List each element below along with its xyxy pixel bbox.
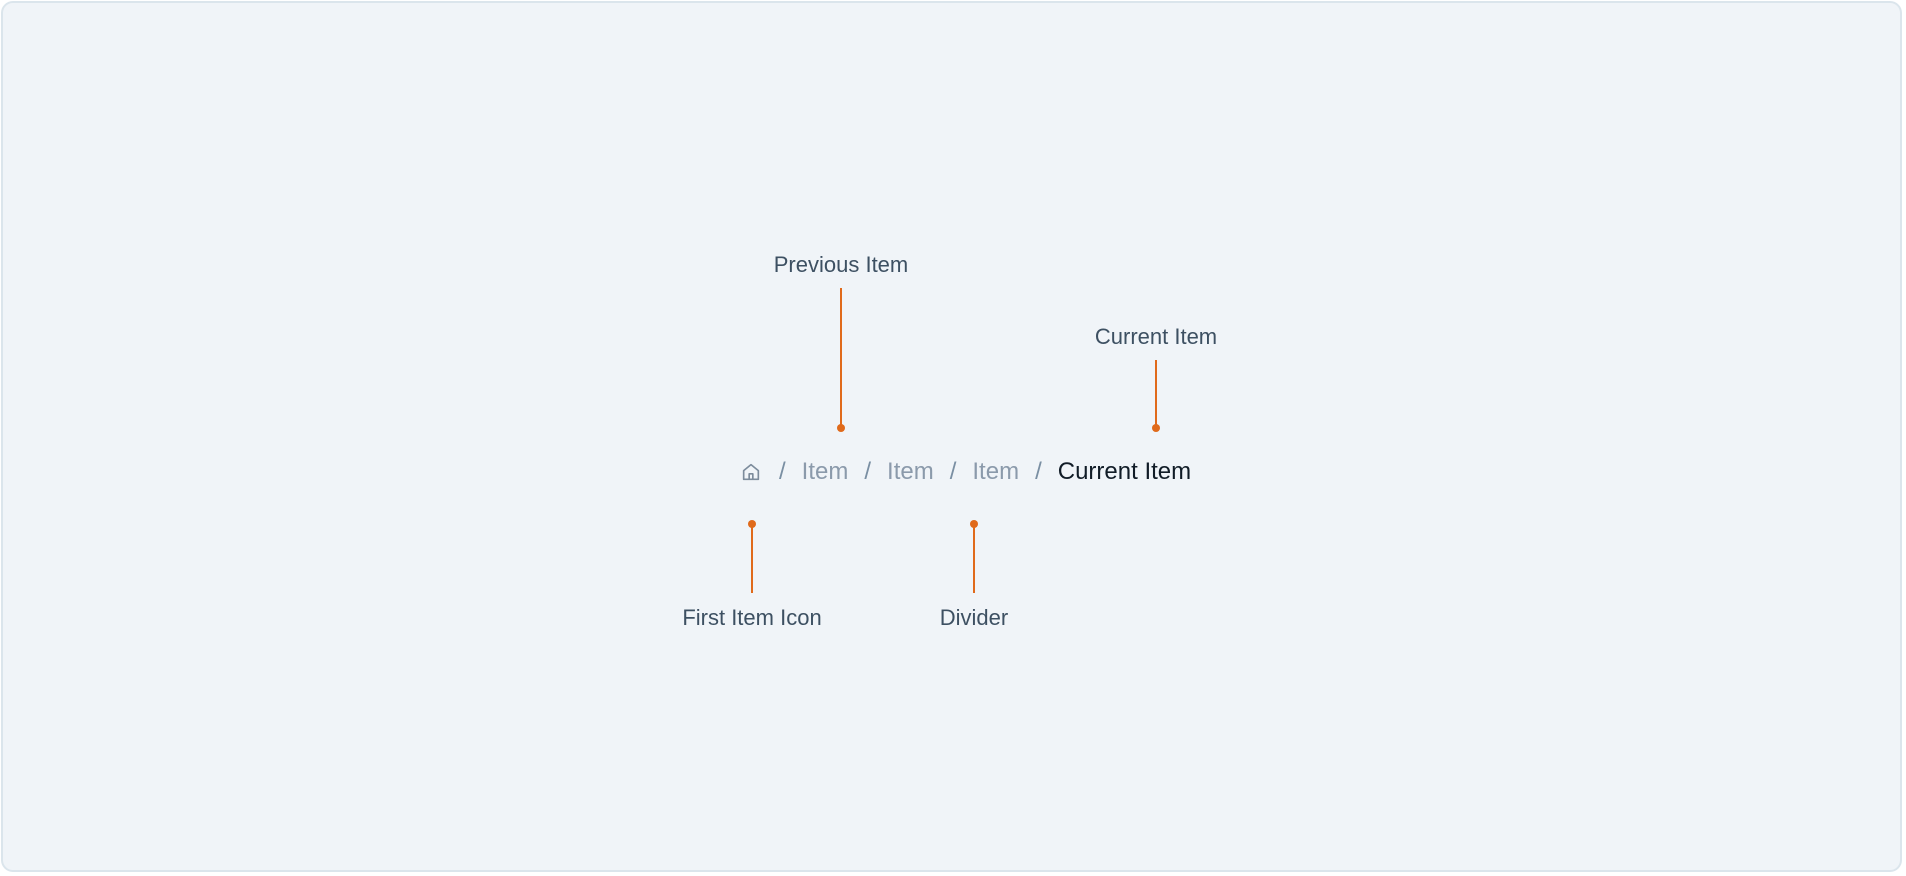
annotation-current-item-line bbox=[1155, 360, 1157, 428]
breadcrumb: / Item / Item / Item / Current Item bbox=[739, 455, 1191, 489]
breadcrumb-item[interactable]: Item bbox=[802, 458, 849, 486]
annotation-previous-item-line bbox=[840, 288, 842, 428]
breadcrumb-divider: / bbox=[779, 458, 786, 485]
breadcrumb-divider: / bbox=[949, 458, 957, 485]
annotation-first-item-icon-line bbox=[751, 524, 753, 593]
annotation-first-item-icon-label: First Item Icon bbox=[682, 605, 822, 630]
breadcrumb-item[interactable]: Item bbox=[972, 458, 1019, 486]
annotation-current-item-dot bbox=[1152, 424, 1160, 432]
breadcrumb-current-item: Current Item bbox=[1057, 458, 1192, 485]
annotation-divider-label: Divider bbox=[939, 605, 1009, 630]
diagram-canvas: Previous Item Current Item / Item / Item… bbox=[1, 1, 1902, 872]
home-icon bbox=[742, 463, 760, 481]
breadcrumb-divider: / bbox=[1035, 458, 1042, 485]
breadcrumb-home[interactable] bbox=[739, 460, 763, 484]
annotation-current-item-label: Current Item bbox=[1094, 324, 1218, 349]
breadcrumb-item[interactable]: Item bbox=[887, 458, 934, 486]
annotation-divider-line bbox=[973, 524, 975, 593]
annotation-previous-item-dot bbox=[837, 424, 845, 432]
annotation-previous-item-label: Previous Item bbox=[773, 252, 909, 277]
breadcrumb-divider: / bbox=[864, 458, 872, 485]
